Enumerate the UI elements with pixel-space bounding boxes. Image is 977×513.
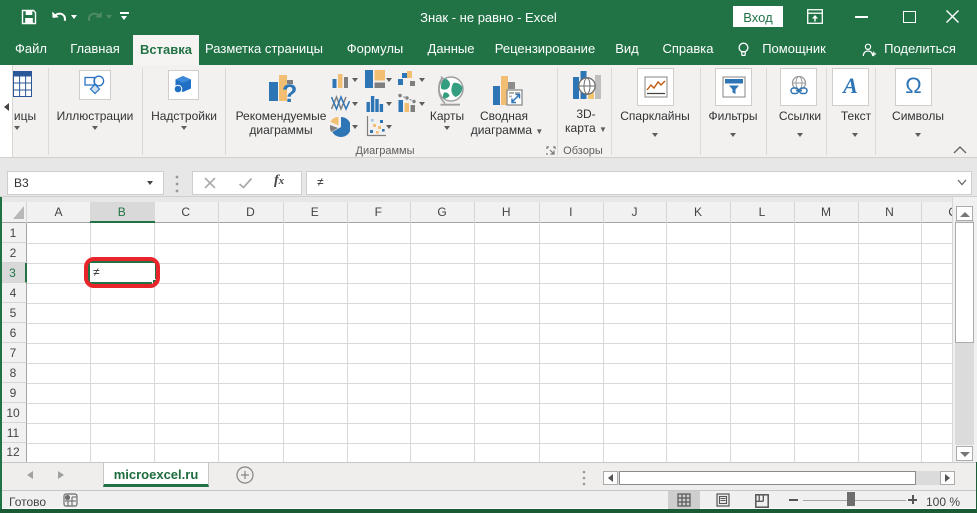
svg-text:?: ? xyxy=(282,80,297,104)
